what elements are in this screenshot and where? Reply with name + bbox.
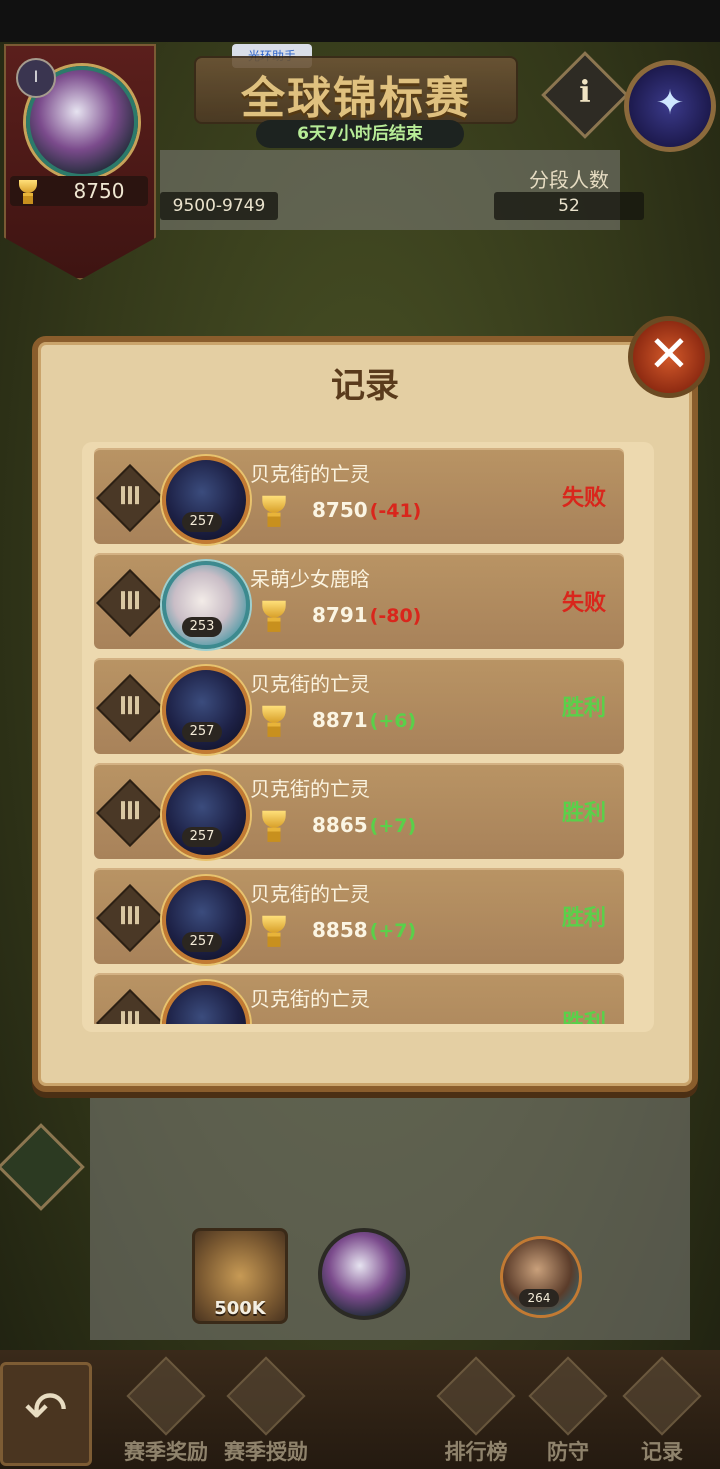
record-row[interactable]: 257 贝克街的亡灵 8858 (+7) 胜利 <box>94 868 624 964</box>
opponent-name: 贝克街的亡灵 <box>250 462 370 486</box>
stats-icon[interactable] <box>96 464 164 532</box>
nav-season-honors[interactable]: 赛季授勋 <box>216 1356 316 1464</box>
record-score: 8865 <box>312 813 368 837</box>
score-delta: (+7) <box>369 815 417 837</box>
opponent-level: 257 <box>182 932 222 952</box>
chest-label: 500K <box>214 1298 266 1319</box>
record-scroll-icon <box>622 1356 702 1436</box>
rank-badge: I <box>16 58 56 98</box>
score-line: 8871 (+6) <box>312 708 416 732</box>
score-delta: (-80) <box>369 605 422 627</box>
record-list[interactable]: 257 贝克街的亡灵 8750 (-41) 失败 253 呆萌少女鹿晗 8791 (-80) 失败… <box>94 448 626 1024</box>
score-line: 8858 (+7) <box>312 918 416 942</box>
nav-label: 排行榜 <box>444 1440 508 1464</box>
season-timer: 6天7小时后结束 <box>256 120 464 148</box>
stats-icon[interactable] <box>96 779 164 847</box>
score-line: 8791 (-80) <box>312 603 421 627</box>
score-delta: (-41) <box>369 500 422 522</box>
result-label: 胜利 <box>561 906 606 931</box>
reward-chest[interactable]: 500K <box>192 1228 288 1324</box>
shield-icon <box>528 1356 608 1436</box>
record-row[interactable]: 253 呆萌少女鹿晗 8791 (-80) 失败 <box>94 553 624 649</box>
score-range: 9500-9749 <box>160 192 278 220</box>
nav-defense[interactable]: 防守 <box>518 1356 618 1464</box>
enemy-map-token[interactable]: 264 <box>500 1236 582 1318</box>
trophy-icon <box>16 179 40 204</box>
opponent-level: 257 <box>182 827 222 847</box>
result-label: 胜利 <box>561 696 606 721</box>
opponent-level: 257 <box>182 722 222 742</box>
enemy-level: 264 <box>519 1289 559 1307</box>
opponent-avatar[interactable] <box>162 981 250 1024</box>
back-button[interactable]: ↶ <box>0 1362 92 1466</box>
record-score: 8871 <box>312 708 368 732</box>
opponent-name: 贝克街的亡灵 <box>250 672 370 696</box>
record-row[interactable]: 257 贝克街的亡灵 8750 (-41) 失败 <box>94 448 624 544</box>
title-plate: 全球锦标赛 <box>194 56 518 124</box>
page-title: 全球锦标赛 <box>241 73 471 124</box>
player-map-token[interactable] <box>318 1228 410 1320</box>
score-delta: (+6) <box>369 710 417 732</box>
segment-label: 分段人数 <box>529 168 609 192</box>
player-score-box: 8750 <box>10 176 148 206</box>
nav-label: 赛季授勋 <box>224 1440 308 1464</box>
status-bar <box>0 0 720 42</box>
record-score: 8750 <box>312 498 368 522</box>
trophy-icon <box>258 809 289 842</box>
record-row[interactable]: 贝克街的亡灵胜利 <box>94 973 624 1024</box>
medal-icon <box>226 1356 306 1436</box>
stats-icon[interactable] <box>96 884 164 952</box>
opponent-name: 呆萌少女鹿晗 <box>250 567 370 591</box>
crown-chest-icon <box>126 1356 206 1436</box>
trophy-icon <box>258 914 289 947</box>
opponent-name: 贝克街的亡灵 <box>250 987 370 1011</box>
info-icon: i <box>579 75 591 110</box>
nav-season-rewards[interactable]: 赛季奖励 <box>116 1356 216 1464</box>
opponent-name: 贝克街的亡灵 <box>250 882 370 906</box>
dialog-title: 记录 <box>331 366 399 406</box>
nav-label: 记录 <box>641 1440 683 1464</box>
stats-icon[interactable] <box>96 674 164 742</box>
constellation-medal-icon[interactable]: ✦ <box>624 60 716 152</box>
result-label: 胜利 <box>561 801 606 826</box>
trophy-icon <box>258 704 289 737</box>
score-line: 8865 (+7) <box>312 813 416 837</box>
result-label: 失败 <box>561 486 606 511</box>
result-label: 胜利 <box>561 1011 606 1024</box>
nav-label: 赛季奖励 <box>124 1440 208 1464</box>
nav-records[interactable]: 记录 <box>612 1356 712 1464</box>
opponent-name: 贝克街的亡灵 <box>250 777 370 801</box>
player-score: 8750 <box>73 179 125 203</box>
close-button[interactable]: ✕ <box>628 316 710 398</box>
record-row[interactable]: 257 贝克街的亡灵 8865 (+7) 胜利 <box>94 763 624 859</box>
result-label: 失败 <box>561 591 606 616</box>
stats-icon[interactable] <box>96 989 164 1024</box>
opponent-level: 253 <box>182 617 222 637</box>
score-line: 8750 (-41) <box>312 498 421 522</box>
record-row[interactable]: 257 贝克街的亡灵 8871 (+6) 胜利 <box>94 658 624 754</box>
trophy-icon <box>258 599 289 632</box>
record-score: 8791 <box>312 603 368 627</box>
trophy-icon <box>258 494 289 527</box>
stats-icon[interactable] <box>96 569 164 637</box>
record-score: 8858 <box>312 918 368 942</box>
segment-count: 52 <box>494 192 644 220</box>
scroll-icon <box>436 1356 516 1436</box>
nav-leaderboard[interactable]: 排行榜 <box>426 1356 526 1464</box>
opponent-level: 257 <box>182 512 222 532</box>
score-delta: (+7) <box>369 920 417 942</box>
nav-label: 防守 <box>547 1440 589 1464</box>
